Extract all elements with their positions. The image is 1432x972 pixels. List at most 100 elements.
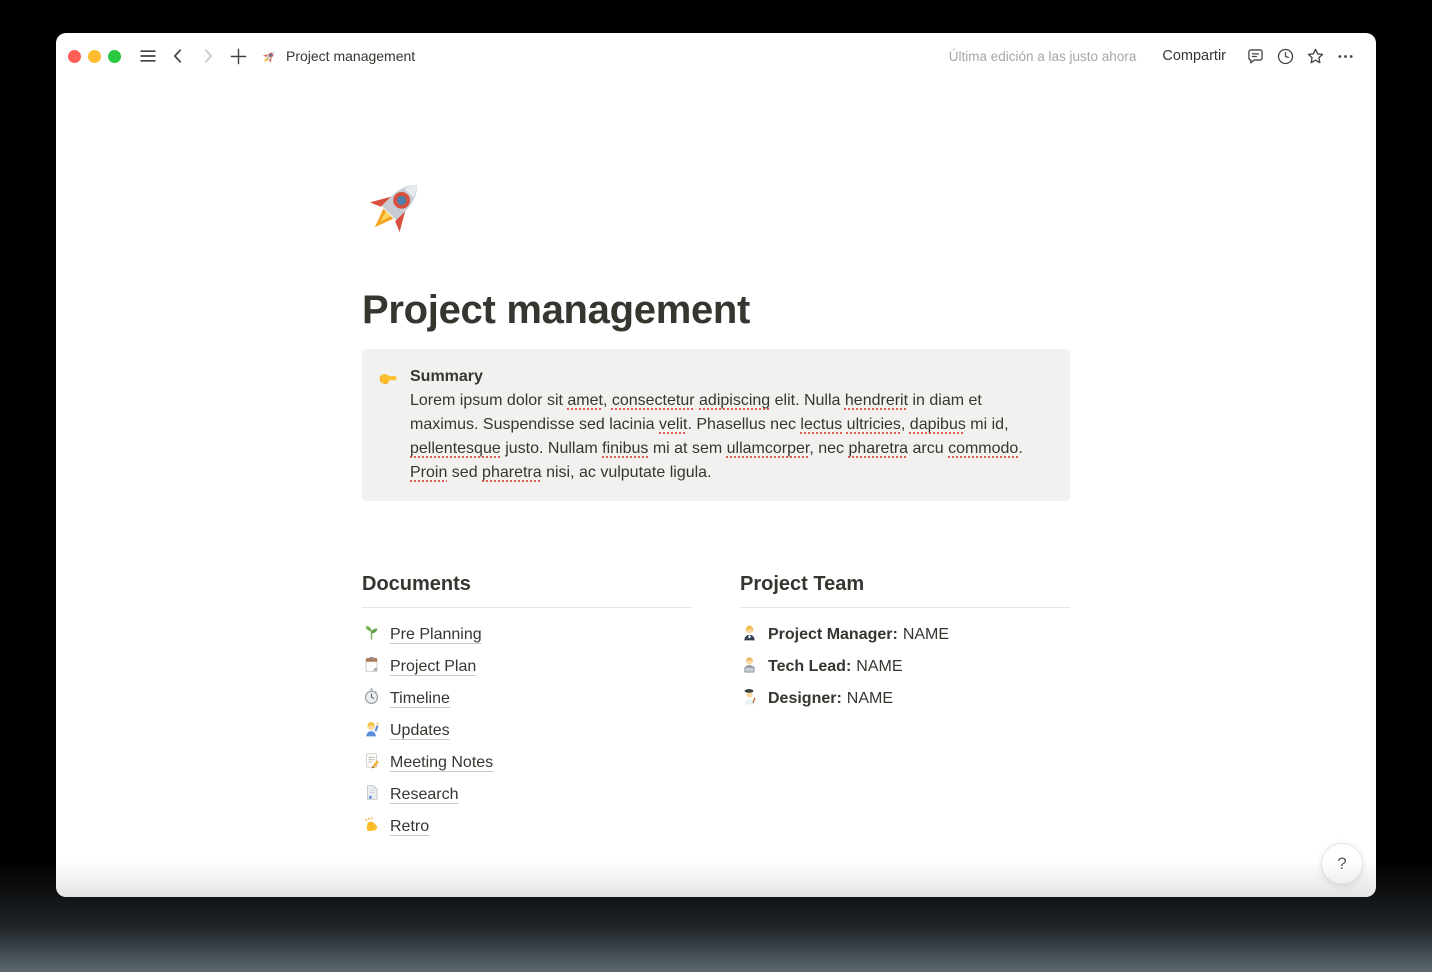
document-list-item: Retro xyxy=(362,811,692,843)
team-member-row: Designer: NAME xyxy=(740,683,1070,715)
forward-button[interactable] xyxy=(194,42,222,70)
documents-list: Pre Planning Project Plan Timeline Updat… xyxy=(362,619,692,843)
menu-icon xyxy=(140,50,156,62)
callout-text-segment: amet xyxy=(567,392,603,409)
document-link[interactable]: Retro xyxy=(390,818,429,836)
document-list-item: Updates xyxy=(362,715,692,747)
team-member-row: Project Manager: NAME xyxy=(740,619,1070,651)
app-window: Project management Última edición a las … xyxy=(56,33,1376,897)
callout-text-segment: mi at sem xyxy=(648,440,727,457)
callout-text-segment: sed xyxy=(447,464,483,481)
callout-text-segment: , xyxy=(900,416,910,433)
callout-text-segment: nisi, ac vulputate ligula. xyxy=(541,464,712,481)
document-list-item: Research xyxy=(362,779,692,811)
page-body: Project management Summary Lorem ipsum d… xyxy=(56,79,1376,897)
callout-text-segment: . xyxy=(1018,440,1023,457)
team-role-label: Project Manager: xyxy=(768,626,898,643)
callout-text-segment: pellentesque xyxy=(410,440,501,457)
sidebar-menu-button[interactable] xyxy=(134,42,162,70)
team-member-text: Designer: NAME xyxy=(768,690,893,708)
rocket-icon xyxy=(261,48,278,65)
document-emoji-icon xyxy=(362,623,381,647)
section-divider xyxy=(740,607,1070,608)
clock-icon xyxy=(1277,48,1293,64)
window-controls xyxy=(68,49,121,63)
callout-text-segment: dapibus xyxy=(909,416,966,433)
callout-text-segment: pharetra xyxy=(848,440,909,457)
callout-text-segment: velit xyxy=(659,416,688,433)
document-emoji-icon xyxy=(362,783,381,807)
callout-title: Summary xyxy=(410,368,483,385)
new-page-button[interactable] xyxy=(224,42,252,70)
page-title[interactable]: Project management xyxy=(362,286,1070,334)
document-link[interactable]: Meeting Notes xyxy=(390,754,493,772)
callout-body: Summary Lorem ipsum dolor sit amet, cons… xyxy=(410,365,1054,485)
chevron-left-icon xyxy=(173,49,182,63)
callout-text-segment: justo. Nullam xyxy=(500,440,603,457)
project-team-heading: Project Team xyxy=(740,573,865,595)
summary-callout: Summary Lorem ipsum dolor sit amet, cons… xyxy=(362,349,1070,501)
team-member-emoji-icon xyxy=(740,655,759,679)
callout-text-segment: Lorem ipsum dolor sit xyxy=(410,392,568,409)
document-link[interactable]: Pre Planning xyxy=(390,626,482,644)
callout-text-segment: pharetra xyxy=(482,464,542,481)
share-button[interactable]: Compartir xyxy=(1156,44,1232,68)
updates-button[interactable] xyxy=(1271,42,1299,70)
star-icon xyxy=(1307,48,1323,63)
document-emoji-icon xyxy=(362,751,381,775)
close-window-button[interactable] xyxy=(68,49,81,63)
team-member-emoji-icon xyxy=(740,687,759,711)
callout-text-segment: lectus xyxy=(800,416,843,433)
comment-icon xyxy=(1247,48,1263,63)
document-list-item: Meeting Notes xyxy=(362,747,692,779)
callout-text-segment: commodo xyxy=(948,440,1019,457)
document-emoji-icon xyxy=(362,719,381,743)
breadcrumb[interactable]: Project management xyxy=(261,48,415,65)
minimize-window-button[interactable] xyxy=(88,49,101,63)
plus-icon xyxy=(230,48,246,64)
rocket-icon xyxy=(362,172,430,240)
help-button[interactable]: ? xyxy=(1321,843,1363,885)
callout-text-segment: consectetur xyxy=(611,392,695,409)
back-button[interactable] xyxy=(164,42,192,70)
chevron-right-icon xyxy=(204,49,213,63)
documents-heading: Documents xyxy=(362,573,471,595)
document-list-item: Project Plan xyxy=(362,651,692,683)
team-role-label: Designer: xyxy=(768,690,842,707)
team-member-row: Tech Lead: NAME xyxy=(740,651,1070,683)
callout-text-segment: Proin xyxy=(410,464,448,481)
document-link[interactable]: Project Plan xyxy=(390,658,476,676)
document-emoji-icon xyxy=(362,815,381,839)
titlebar: Project management Última edición a las … xyxy=(56,33,1376,79)
team-member-name: NAME xyxy=(856,658,903,675)
callout-paragraph: Lorem ipsum dolor sit amet, consectetur … xyxy=(410,389,1054,485)
document-emoji-icon xyxy=(362,655,381,679)
document-link[interactable]: Timeline xyxy=(390,690,450,708)
document-list-item: Pre Planning xyxy=(362,619,692,651)
zoom-window-button[interactable] xyxy=(108,49,121,63)
documents-section: Documents Pre Planning Project Plan Time… xyxy=(362,571,692,843)
callout-text-segment: . Phasellus nec xyxy=(687,416,801,433)
callout-text-segment: arcu xyxy=(908,440,949,457)
favorite-button[interactable] xyxy=(1301,42,1329,70)
document-link[interactable]: Research xyxy=(390,786,458,804)
document-link[interactable]: Updates xyxy=(390,722,450,740)
last-edited-label: Última edición a las justo ahora xyxy=(948,48,1137,64)
callout-text-segment: mi id, xyxy=(965,416,1009,433)
team-member-emoji-icon xyxy=(740,623,759,647)
callout-text-segment: ultricies xyxy=(846,416,901,433)
callout-text-segment: elit. Nulla xyxy=(770,392,845,409)
document-list-item: Timeline xyxy=(362,683,692,715)
comments-button[interactable] xyxy=(1241,42,1269,70)
section-divider xyxy=(362,607,692,608)
page-icon-rocket[interactable] xyxy=(362,172,430,240)
team-member-name: NAME xyxy=(902,626,950,643)
more-options-button[interactable] xyxy=(1331,42,1359,70)
callout-text-segment: hendrerit xyxy=(844,392,909,409)
team-member-name: NAME xyxy=(846,690,894,707)
callout-text-segment: ullamcorper xyxy=(726,440,810,457)
project-team-section: Project Team Project Manager: NAME Tech L… xyxy=(740,571,1070,843)
team-list: Project Manager: NAME Tech Lead: NAME Desi… xyxy=(740,619,1070,715)
breadcrumb-title: Project management xyxy=(286,48,416,64)
callout-text-segment: , xyxy=(602,392,612,409)
